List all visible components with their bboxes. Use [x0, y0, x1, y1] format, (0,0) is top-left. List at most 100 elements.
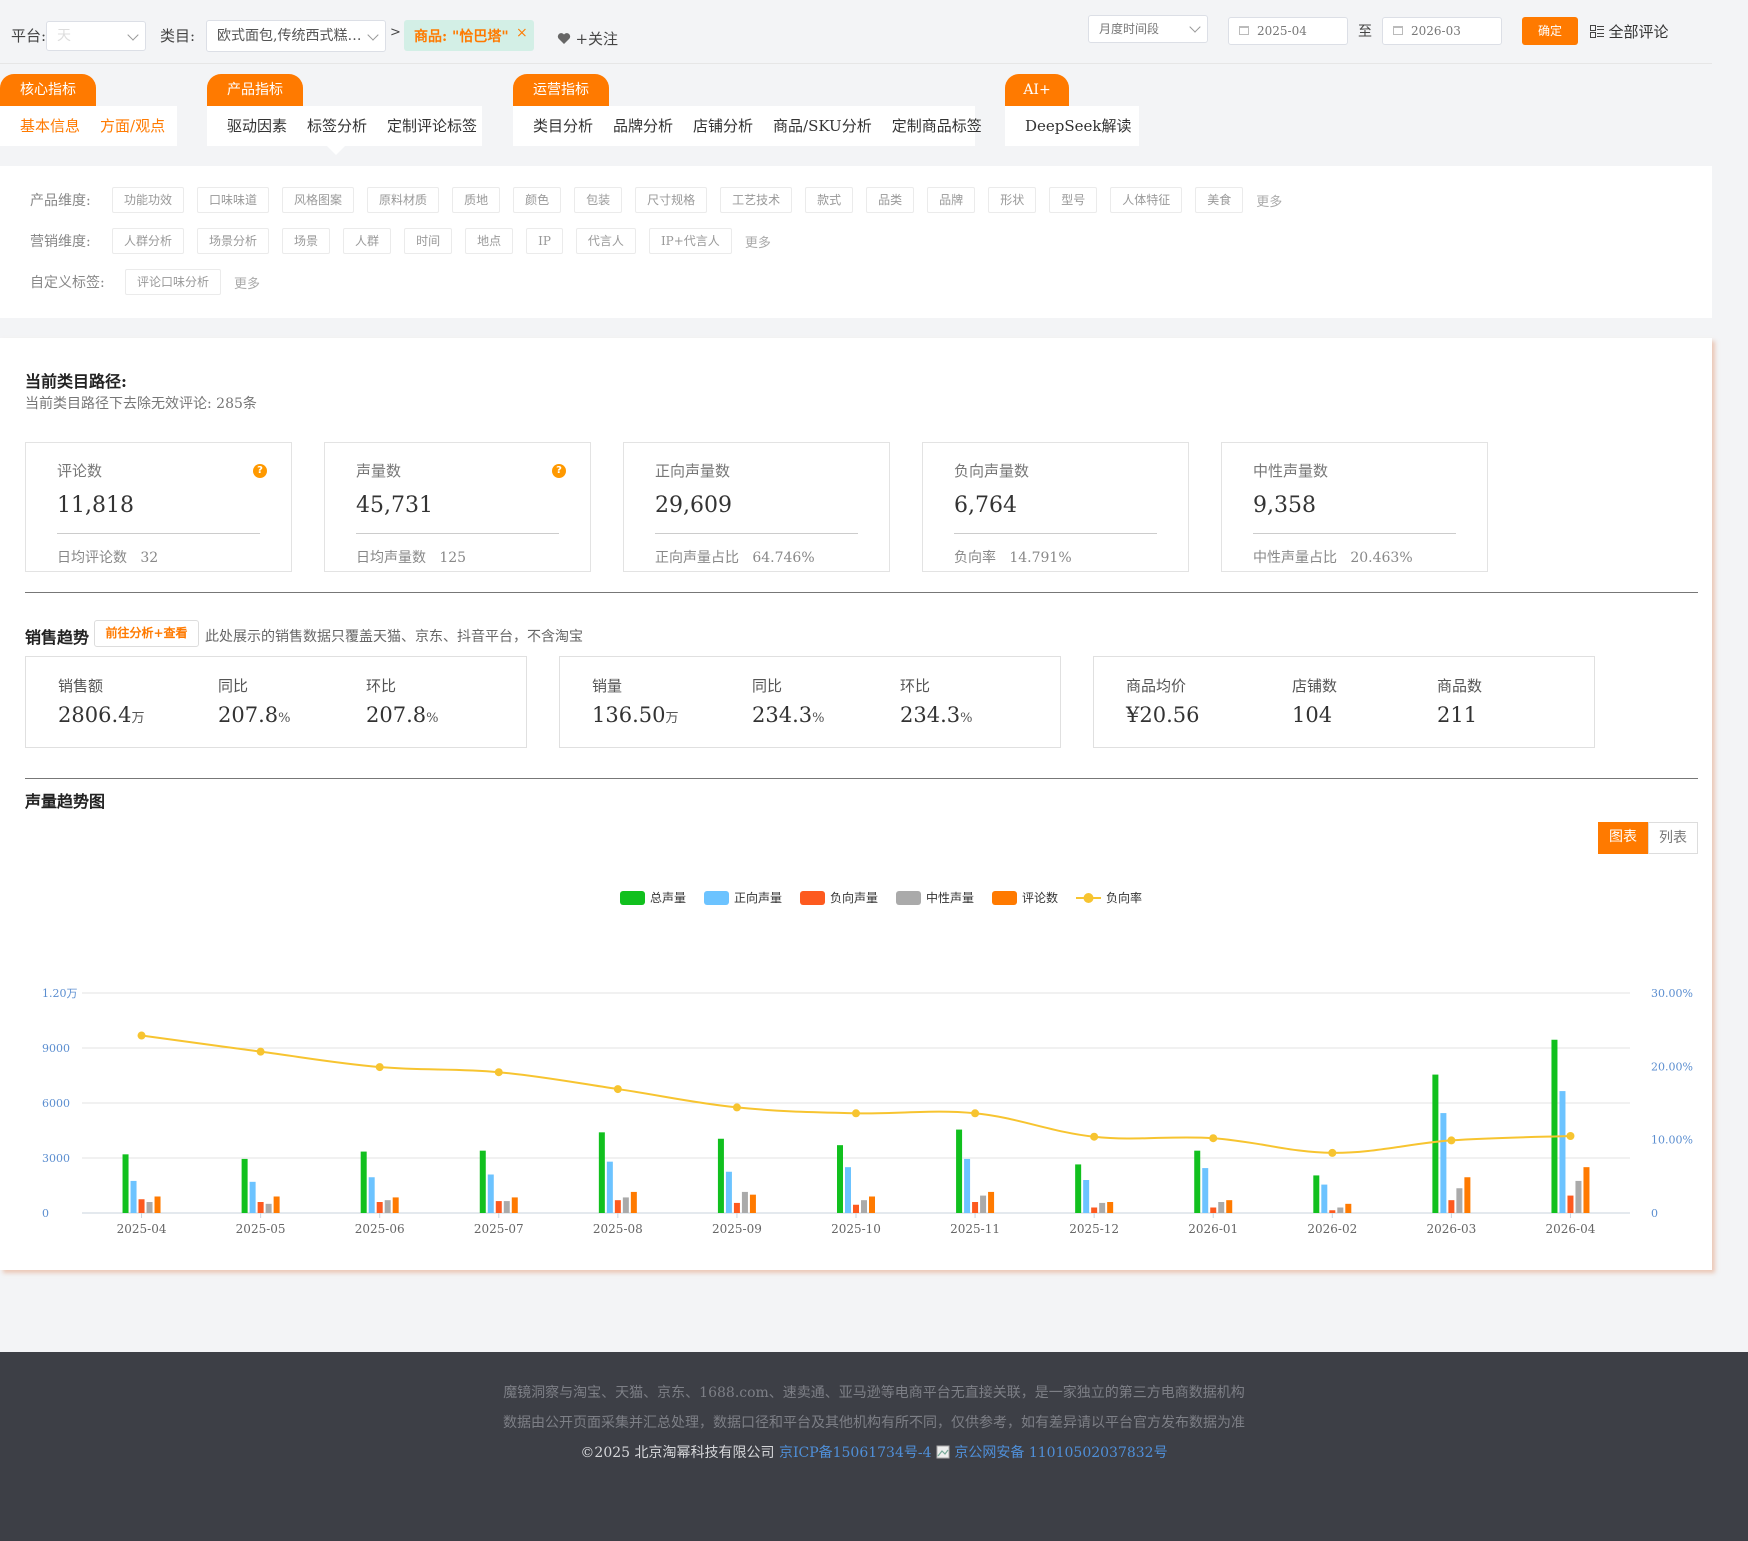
period-select[interactable]: 月度时间段	[1088, 15, 1208, 43]
point-负向率	[494, 1068, 503, 1077]
right-axis-tick-label: 20.00%	[1651, 1060, 1693, 1073]
tab-custom-product-tags[interactable]: 定制商品标签	[892, 117, 982, 135]
category-value: 欧式面包,传统西式糕…	[217, 28, 362, 44]
metric-label: 同比	[218, 677, 249, 695]
dimension-chip[interactable]: 代言人	[575, 228, 636, 254]
x-axis-tick-label: 2025-04	[117, 1222, 167, 1236]
view-list-toggle[interactable]: 列表	[1648, 822, 1698, 854]
dimension-chip[interactable]: 型号	[1049, 187, 1098, 213]
right-axis-tick-label: 0	[1651, 1207, 1658, 1220]
tab-basic-info[interactable]: 基本信息	[20, 117, 80, 135]
tab-group-ops-title[interactable]: 运营指标	[513, 74, 609, 108]
dimension-chip[interactable]: 场景	[282, 228, 331, 254]
bar-评论数	[154, 1196, 161, 1213]
dimension-chip[interactable]: 颜色	[513, 187, 562, 213]
dimension-chip[interactable]: 尺寸规格	[635, 187, 708, 213]
point-负向率	[375, 1063, 384, 1072]
dimension-chip[interactable]: IP+代言人	[648, 228, 732, 254]
date-from-input[interactable]: 2025-04	[1228, 17, 1348, 45]
bar-负向声量	[257, 1202, 264, 1213]
legend-label: 评论数	[1022, 890, 1058, 905]
dimension-chip[interactable]: 人体特征	[1110, 187, 1183, 213]
dimension-chip[interactable]: 功能功效	[112, 187, 185, 213]
goto-analysis-button[interactable]: 前往分析+查看	[94, 620, 199, 647]
tab-drivers[interactable]: 驱动因素	[227, 117, 287, 135]
tab-tag-analysis[interactable]: 标签分析	[307, 117, 367, 135]
point-负向率	[732, 1103, 741, 1112]
dimension-chip[interactable]: 美食	[1195, 187, 1244, 213]
police-link[interactable]: 京公网安备 11010502037832号	[954, 1445, 1167, 1461]
bar-中性声量	[1218, 1202, 1225, 1213]
tab-group-core: 基本信息 方面/观点	[0, 106, 177, 146]
tab-group-core-title[interactable]: 核心指标	[0, 74, 96, 108]
metric-label: 环比	[366, 677, 397, 695]
sales-title: 销售趋势	[25, 628, 90, 647]
calendar-icon	[1393, 26, 1403, 35]
more-link[interactable]: 更多	[1256, 191, 1282, 210]
dimension-chip[interactable]: 款式	[805, 187, 854, 213]
dimension-chip[interactable]: 品牌	[927, 187, 976, 213]
metric-label: 销量	[592, 677, 623, 695]
stat-value: 11,818	[57, 493, 134, 518]
dimension-chip[interactable]: 包装	[574, 187, 623, 213]
follow-button[interactable]: +关注	[557, 28, 618, 49]
date-to-input[interactable]: 2026-03	[1382, 17, 1502, 45]
platform-select[interactable]: 天	[46, 21, 146, 51]
dimension-chip[interactable]: 人群分析	[112, 228, 185, 254]
dimension-chip[interactable]: IP	[526, 228, 563, 254]
left-axis-tick-label: 6000	[42, 1097, 70, 1110]
dimension-chip[interactable]: 形状	[988, 187, 1037, 213]
all-reviews-button[interactable]: 全部评论	[1590, 21, 1668, 42]
tab-brand-analysis[interactable]: 品牌分析	[613, 117, 673, 135]
dimension-chip[interactable]: 地点	[465, 228, 514, 254]
sales-box-revenue: 销售额 2806.4万 同比 207.8% 环比 207.8%	[25, 656, 527, 748]
bar-总声量	[717, 1138, 724, 1213]
dimension-chip[interactable]: 场景分析	[197, 228, 270, 254]
bar-评论数	[1464, 1177, 1471, 1213]
dimension-chip[interactable]: 风格图案	[282, 187, 355, 213]
tab-group-ai-title[interactable]: AI+	[1005, 74, 1069, 108]
dimension-chip[interactable]: 质地	[452, 187, 501, 213]
dimension-chip[interactable]: 原料材质	[367, 187, 440, 213]
bar-总声量	[241, 1158, 248, 1213]
more-link[interactable]: 更多	[745, 232, 771, 251]
x-axis-tick-label: 2026-03	[1426, 1222, 1476, 1236]
bar-总声量	[479, 1150, 486, 1213]
point-负向率	[256, 1047, 265, 1056]
help-icon[interactable]: ?	[552, 464, 566, 478]
stat-card-reviews: 评论数 ? 11,818 日均评论数 32	[25, 442, 292, 572]
help-icon[interactable]: ?	[253, 464, 267, 478]
platform-value: 天	[57, 28, 71, 44]
confirm-button[interactable]: 确定	[1522, 17, 1578, 45]
divider	[655, 533, 858, 534]
dimension-chip[interactable]: 人群	[343, 228, 392, 254]
dimension-chip[interactable]: 品类	[866, 187, 915, 213]
dimension-chip[interactable]: 工艺技术	[720, 187, 793, 213]
tab-shop-analysis[interactable]: 店铺分析	[693, 117, 753, 135]
product-dimension-label: 产品维度:	[30, 193, 91, 209]
tab-custom-review-tags[interactable]: 定制评论标签	[387, 117, 477, 135]
more-link[interactable]: 更多	[234, 273, 260, 292]
tab-group-product-title[interactable]: 产品指标	[207, 74, 303, 108]
chevron-down-icon	[127, 29, 139, 41]
dimension-chip[interactable]: 评论口味分析	[125, 269, 222, 295]
platform-label: 平台:	[11, 27, 47, 45]
dimension-chip[interactable]: 口味味道	[197, 187, 270, 213]
tab-deepseek[interactable]: DeepSeek解读	[1025, 117, 1132, 135]
tab-aspects[interactable]: 方面/观点	[100, 117, 165, 135]
view-chart-toggle[interactable]: 图表	[1598, 822, 1648, 854]
tab-category-analysis[interactable]: 类目分析	[533, 117, 593, 135]
bar-正向声量	[1559, 1091, 1566, 1213]
stat-title: 正向声量数	[655, 462, 731, 480]
tab-sku-analysis[interactable]: 商品/SKU分析	[773, 117, 872, 135]
dimension-chip[interactable]: 时间	[404, 228, 453, 254]
product-filter-tag[interactable]: 商品: "恰巴塔" ×	[404, 20, 534, 51]
icp-link[interactable]: 京ICP备15061734号-4	[779, 1445, 932, 1461]
close-icon[interactable]: ×	[516, 25, 528, 41]
bar-负向声量	[495, 1201, 502, 1213]
section-divider	[25, 592, 1698, 593]
heart-icon	[557, 33, 571, 44]
bar-负向声量	[733, 1202, 740, 1213]
breadcrumb-separator: >	[390, 25, 401, 40]
category-select[interactable]: 欧式面包,传统西式糕…	[206, 20, 386, 52]
